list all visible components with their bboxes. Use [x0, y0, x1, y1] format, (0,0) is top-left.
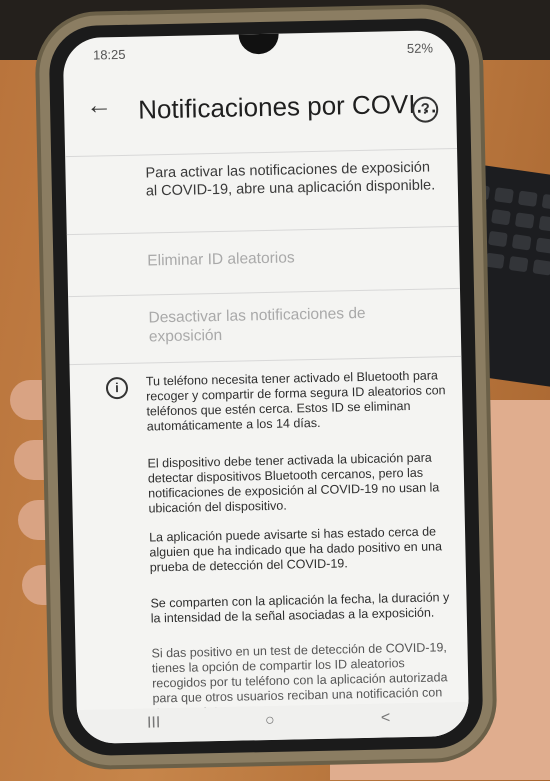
photo-scene: 18:25 52% ← Notificaciones por COVI... ?… — [0, 0, 550, 781]
delete-ids-button[interactable]: Eliminar ID aleatorios — [147, 249, 295, 270]
divider — [69, 355, 462, 366]
info-paragraph: El dispositivo debe tener activada la ub… — [147, 450, 440, 516]
app-bar: ← Notificaciones por COVI... ? — [64, 76, 457, 144]
page-title: Notificaciones por COVI... — [137, 88, 438, 125]
status-time: 18:25 — [92, 46, 126, 63]
smartphone: 18:25 52% ← Notificaciones por COVI... ?… — [48, 17, 484, 757]
arrow-back-icon[interactable]: ← — [86, 89, 113, 121]
system-nav-bar: III ○ < — [76, 701, 470, 745]
info-paragraph: La aplicación puede avisarte si has esta… — [148, 524, 443, 575]
intro-text: Para activar las notificaciones de expos… — [145, 159, 436, 200]
status-battery: 52% — [406, 40, 434, 56]
status-bar: 18:25 52% — [93, 40, 433, 67]
info-circle-icon: i — [105, 376, 129, 400]
divider — [65, 147, 458, 158]
recents-button[interactable]: III — [147, 714, 161, 732]
phone-screen: 18:25 52% ← Notificaciones por COVI... ?… — [62, 29, 470, 745]
info-paragraph: Se comparten con la aplicación la fecha,… — [150, 590, 450, 626]
divider — [68, 287, 460, 298]
divider — [66, 225, 459, 236]
home-button[interactable]: ○ — [265, 712, 275, 730]
system-back-button[interactable]: < — [381, 709, 391, 727]
disable-notifications-button[interactable]: Desactivar las notificaciones de exposic… — [148, 303, 429, 347]
info-paragraph: Tu teléfono necesita tener activado el B… — [145, 368, 446, 434]
